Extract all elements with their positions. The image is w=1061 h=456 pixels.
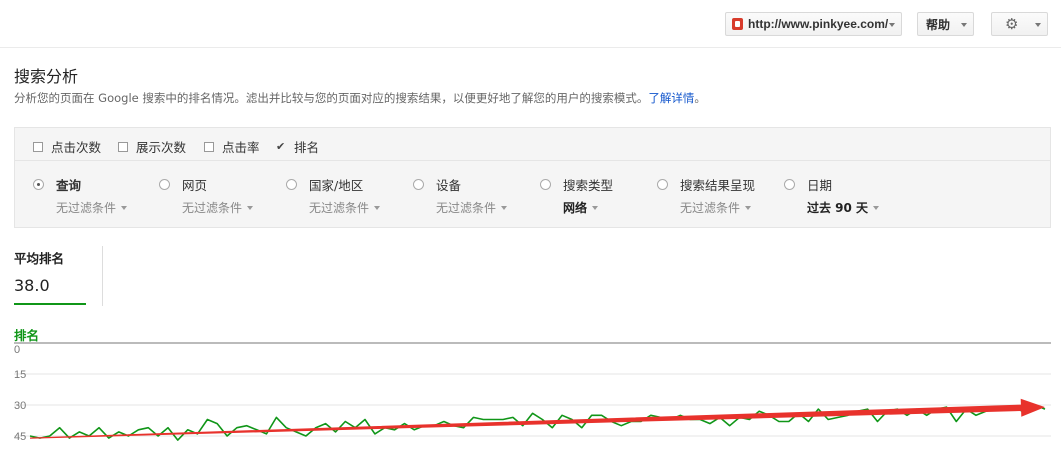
dimension-date[interactable]: 日期 过去 90 天 — [784, 175, 880, 216]
avg-position-label: 平均排名 — [14, 251, 65, 266]
radio-selected-icon — [33, 179, 44, 190]
radio-icon — [286, 179, 297, 190]
dimension-filter-dropdown[interactable]: 无过滤条件 — [56, 199, 128, 216]
dimension-filter-dropdown[interactable]: 无过滤条件 — [182, 199, 254, 216]
chevron-down-icon — [501, 205, 508, 210]
dimension-country[interactable]: 国家/地区 无过滤条件 — [286, 175, 381, 216]
gear-icon: ⚙ — [1005, 14, 1019, 33]
dimension-filter-label: 无过滤条件 — [436, 201, 497, 215]
radio-icon — [657, 179, 668, 190]
site-selector-button[interactable]: http://www.pinkyee.com/ — [725, 12, 902, 36]
y-tick-label: 15 — [14, 369, 26, 381]
dimension-label: 搜索类型 — [563, 178, 614, 193]
help-label: 帮助 — [926, 17, 951, 32]
dimension-query[interactable]: 查询 无过滤条件 — [33, 175, 128, 216]
position-chart: 0 15 30 45 — [14, 342, 1051, 443]
dimension-filter-label: 无过滤条件 — [309, 201, 370, 215]
top-bar: http://www.pinkyee.com/ 帮助 ⚙ — [0, 0, 1061, 48]
chevron-down-icon — [121, 205, 128, 210]
radio-icon — [784, 179, 795, 190]
radio-icon — [413, 179, 424, 190]
radio-icon — [540, 179, 551, 190]
help-button[interactable]: 帮助 — [917, 12, 974, 36]
metric-label: 点击次数 — [51, 140, 102, 155]
settings-button[interactable]: ⚙ — [991, 12, 1048, 36]
filter-panel: 点击次数 展示次数 点击率 ✔ 排名 查询 无过滤条件 网页 无过滤条件 国家/… — [14, 127, 1051, 228]
metrics-row: 点击次数 展示次数 点击率 ✔ 排名 — [15, 128, 1050, 161]
dimension-label: 查询 — [56, 178, 82, 193]
metric-label: 排名 — [294, 140, 320, 155]
dimension-label: 设备 — [436, 178, 462, 193]
checkbox-icon — [118, 141, 128, 152]
dimension-filter-label: 网络 — [563, 201, 588, 215]
chevron-down-icon — [889, 23, 895, 27]
page-description: 分析您的页面在 Google 搜索中的排名情况。滤出并比较与您的页面对应的搜索结… — [14, 90, 706, 106]
metric-position-checkbox[interactable]: ✔ 排名 — [276, 137, 319, 156]
description-suffix: 。 — [694, 91, 706, 105]
chevron-down-icon — [745, 205, 752, 210]
dimension-filter-label: 无过滤条件 — [56, 201, 117, 215]
chart-y-ticks: 0 15 30 45 — [14, 344, 26, 443]
dimension-device[interactable]: 设备 无过滤条件 — [413, 175, 508, 216]
y-tick-label: 0 — [14, 344, 20, 356]
dimension-filter-dropdown[interactable]: 无过滤条件 — [680, 199, 755, 216]
metric-clicks-checkbox[interactable]: 点击次数 — [33, 137, 101, 156]
summary-divider — [102, 246, 103, 306]
dimension-filter-dropdown[interactable]: 无过滤条件 — [436, 199, 508, 216]
dimension-filter-dropdown[interactable]: 过去 90 天 — [807, 199, 880, 216]
y-tick-label: 45 — [14, 431, 26, 443]
dimension-filter-label: 无过滤条件 — [680, 201, 741, 215]
chevron-down-icon — [873, 205, 880, 210]
chevron-down-icon — [374, 205, 381, 210]
description-text: 分析您的页面在 Google 搜索中的排名情况。滤出并比较与您的页面对应的搜索结… — [14, 91, 649, 105]
dimension-filter-label: 无过滤条件 — [182, 201, 243, 215]
dimension-label: 日期 — [807, 178, 833, 193]
dimension-search-appearance[interactable]: 搜索结果呈现 无过滤条件 — [657, 175, 755, 216]
radio-icon — [159, 179, 170, 190]
dimension-label: 搜索结果呈现 — [680, 178, 756, 193]
site-favicon-icon — [732, 18, 743, 30]
dimension-filter-dropdown[interactable]: 网络 — [563, 199, 613, 216]
dimension-page[interactable]: 网页 无过滤条件 — [159, 175, 254, 216]
metric-ctr-checkbox[interactable]: 点击率 — [204, 137, 260, 156]
dimension-label: 国家/地区 — [309, 178, 364, 193]
page-title: 搜索分析 — [14, 67, 79, 86]
site-url: http://www.pinkyee.com/ — [748, 17, 889, 31]
avg-position-underline — [14, 303, 86, 305]
avg-position-value: 38.0 — [14, 276, 50, 295]
metric-label: 展示次数 — [136, 140, 187, 155]
checkmark-icon: ✔ — [276, 140, 286, 153]
learn-more-link[interactable]: 了解详情 — [648, 91, 694, 105]
dimension-label: 网页 — [182, 178, 208, 193]
chevron-down-icon — [247, 205, 254, 210]
checkbox-icon — [204, 141, 214, 152]
checkbox-icon — [33, 141, 43, 152]
dimension-filter-dropdown[interactable]: 无过滤条件 — [309, 199, 381, 216]
y-tick-label: 30 — [14, 400, 26, 412]
chevron-down-icon — [1035, 23, 1041, 27]
chevron-down-icon — [592, 205, 599, 210]
dimension-search-type[interactable]: 搜索类型 网络 — [540, 175, 613, 216]
chevron-down-icon — [961, 23, 967, 27]
metric-impressions-checkbox[interactable]: 展示次数 — [118, 137, 186, 156]
metric-label: 点击率 — [222, 140, 260, 155]
dimension-filter-label: 过去 90 天 — [807, 201, 869, 215]
